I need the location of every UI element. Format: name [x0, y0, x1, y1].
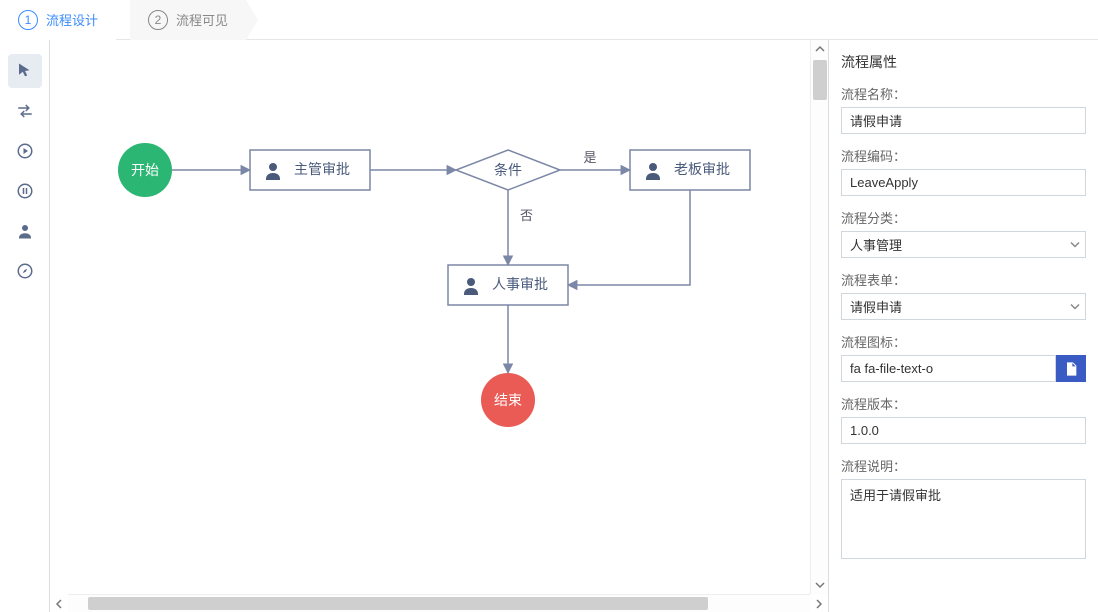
name-input[interactable] [841, 107, 1086, 134]
vertical-scrollbar[interactable] [810, 40, 828, 594]
pause-circle-icon [16, 182, 34, 200]
hr-approval-node[interactable]: 人事审批 [448, 265, 568, 305]
tab-visibility[interactable]: 2 流程可见 [130, 0, 246, 40]
scroll-right-arrow[interactable] [810, 595, 828, 612]
manager-approval-node[interactable]: 主管审批 [250, 150, 370, 190]
boss-approval-node[interactable]: 老板审批 [630, 150, 750, 190]
step-number: 1 [18, 10, 38, 30]
step-number: 2 [148, 10, 168, 30]
category-select[interactable] [841, 231, 1086, 258]
scroll-down-arrow[interactable] [811, 576, 828, 594]
user-icon [16, 222, 34, 240]
compass-icon [16, 262, 34, 280]
chevron-left-icon [54, 599, 64, 609]
flow-diagram: 开始 主管审批 条件 [50, 40, 810, 594]
edge-yes-label: 是 [583, 150, 596, 165]
properties-panel: 流程属性 流程名称： 流程编码： 流程分类： 流程表单： [828, 40, 1098, 612]
icon-label: 流程图标： [841, 332, 1086, 351]
desc-label: 流程说明： [841, 456, 1086, 475]
chevron-down-icon [815, 580, 825, 590]
svg-text:条件: 条件 [494, 162, 522, 178]
main-content: 开始 主管审批 条件 [0, 40, 1098, 612]
tab-label: 流程可见 [176, 10, 228, 29]
swap-icon [16, 102, 34, 120]
tool-start-node[interactable] [8, 134, 42, 168]
code-input[interactable] [841, 169, 1086, 196]
horizontal-scrollbar[interactable] [68, 594, 810, 612]
tool-gateway-node[interactable] [8, 254, 42, 288]
play-circle-icon [16, 142, 34, 160]
tool-task-node[interactable] [8, 214, 42, 248]
svg-text:开始: 开始 [131, 162, 159, 178]
svg-text:老板审批: 老板审批 [674, 161, 730, 177]
canvas-area: 开始 主管审批 条件 [50, 40, 828, 612]
chevron-right-icon [814, 599, 824, 609]
svg-text:人事审批: 人事审批 [492, 276, 548, 292]
end-node[interactable]: 结束 [481, 373, 535, 427]
icon-input[interactable] [841, 355, 1056, 382]
canvas-viewport[interactable]: 开始 主管审批 条件 [50, 40, 810, 594]
edge-no-label: 否 [520, 208, 533, 223]
category-label: 流程分类： [841, 208, 1086, 227]
chevron-up-icon [815, 44, 825, 54]
start-node[interactable]: 开始 [118, 143, 172, 197]
version-input[interactable] [841, 417, 1086, 444]
condition-node[interactable]: 条件 [456, 150, 560, 190]
code-label: 流程编码： [841, 146, 1086, 165]
scroll-thumb[interactable] [88, 597, 708, 610]
form-label: 流程表单： [841, 270, 1086, 289]
scroll-left-arrow[interactable] [50, 595, 68, 612]
form-select[interactable] [841, 293, 1086, 320]
desc-textarea[interactable]: 适用于请假审批 [841, 479, 1086, 559]
pointer-icon [16, 62, 34, 80]
tab-label: 流程设计 [46, 10, 98, 29]
scroll-thumb[interactable] [813, 60, 827, 100]
version-label: 流程版本： [841, 394, 1086, 413]
tool-end-node[interactable] [8, 174, 42, 208]
edge-boss-hr[interactable] [568, 190, 690, 285]
svg-text:主管审批: 主管审批 [294, 161, 350, 177]
name-label: 流程名称： [841, 84, 1086, 103]
tab-design[interactable]: 1 流程设计 [0, 0, 116, 40]
tool-pointer[interactable] [8, 54, 42, 88]
svg-text:结束: 结束 [494, 392, 522, 408]
properties-title: 流程属性 [841, 52, 1086, 72]
file-text-icon [1063, 361, 1079, 377]
tool-palette [0, 40, 50, 612]
pick-icon-button[interactable] [1056, 355, 1086, 382]
tool-transition[interactable] [8, 94, 42, 128]
scroll-up-arrow[interactable] [811, 40, 828, 58]
wizard-tab-bar: 1 流程设计 2 流程可见 [0, 0, 1098, 40]
